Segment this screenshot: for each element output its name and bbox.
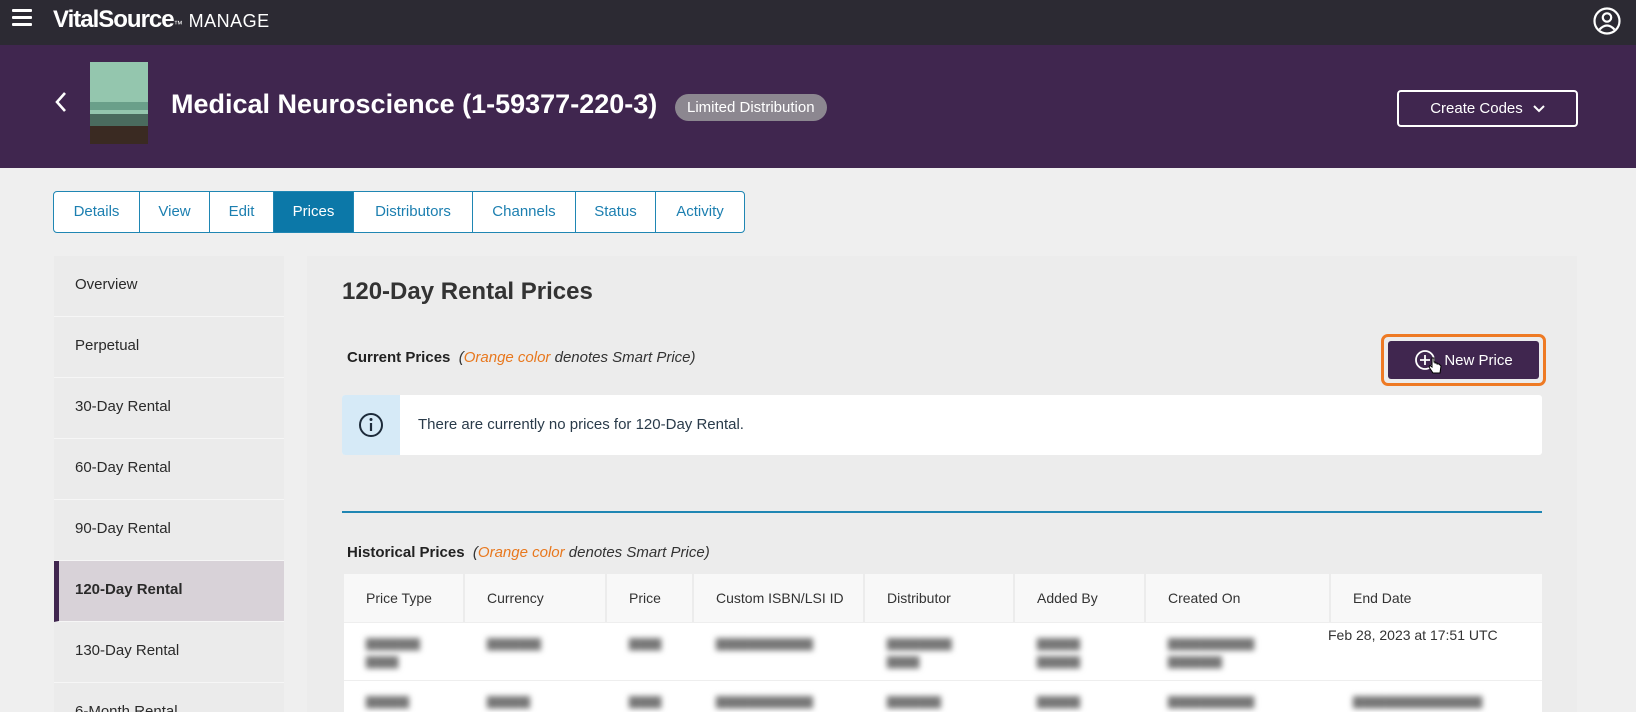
blurred-cell: ▆▆▆▆ (1037, 692, 1081, 708)
top-bar: VitalSource ™ MANAGE (0, 0, 1636, 45)
new-price-button[interactable]: New Price (1388, 341, 1539, 379)
tab-bar: Details View Edit Prices Distributors Ch… (53, 191, 745, 233)
column-header-price-type[interactable]: Price Type (344, 574, 465, 622)
hamburger-menu-icon[interactable] (10, 6, 34, 30)
tab-channels[interactable]: Channels (473, 192, 576, 232)
new-price-highlight: New Price (1381, 334, 1546, 386)
no-prices-message: There are currently no prices for 120-Da… (418, 416, 744, 433)
blurred-cell: ▆▆▆▆▆▆▆▆ ▆▆▆▆▆ (1168, 634, 1255, 668)
column-header-created-on[interactable]: Created On (1146, 574, 1331, 622)
sidebar-item-6-month-rental[interactable]: 6-Month Rental (54, 683, 284, 712)
historical-prices-label: Historical Prices (347, 544, 465, 561)
tab-activity[interactable]: Activity (656, 192, 744, 232)
sidebar-item-perpetual[interactable]: Perpetual (54, 317, 284, 378)
table-header-row: Price Type Currency Price Custom ISBN/LS… (344, 574, 1542, 622)
blurred-cell: ▆▆▆▆▆▆▆▆ (1037, 634, 1081, 668)
create-codes-button[interactable]: Create Codes (1397, 90, 1578, 127)
smart-price-note: denotes Smart Price) (554, 349, 696, 366)
orange-color-label: Orange color (463, 349, 551, 366)
blurred-cell: ▆▆▆▆▆▆▆▆▆ (716, 634, 813, 650)
historical-prices-heading: Historical Prices (Orange color denotes … (347, 544, 710, 561)
historical-prices-table: Price Type Currency Price Custom ISBN/LS… (344, 574, 1542, 712)
section-title: 120-Day Rental Prices (342, 278, 593, 305)
hand-pointer-cursor-icon (1428, 357, 1442, 374)
column-header-end-date[interactable]: End Date (1331, 574, 1542, 622)
chevron-down-icon (1533, 104, 1545, 112)
product-header: Medical Neuroscience (1-59377-220-3) Lim… (0, 45, 1636, 168)
orange-color-label-historical: Orange color (477, 544, 565, 561)
tab-prices[interactable]: Prices (274, 192, 354, 232)
page-title: Medical Neuroscience (1-59377-220-3) (171, 89, 658, 119)
sidebar-item-90-day-rental[interactable]: 90-Day Rental (54, 500, 284, 561)
tab-status[interactable]: Status (576, 192, 656, 232)
blurred-cell: ▆▆▆ (629, 692, 662, 708)
current-prices-label: Current Prices (347, 349, 451, 366)
prices-panel: 120-Day Rental Prices Current Prices (Or… (307, 256, 1577, 712)
blurred-cell: ▆▆▆▆▆▆▆▆▆ (716, 692, 813, 708)
status-badge: Limited Distribution (675, 94, 827, 121)
blurred-cell: ▆▆▆▆▆▆▆▆▆ (887, 634, 952, 668)
column-header-added-by[interactable]: Added By (1015, 574, 1146, 622)
blurred-cell: ▆▆▆▆▆ (887, 692, 941, 708)
book-cover-thumbnail (90, 62, 148, 144)
logo-brand: VitalSource (53, 6, 175, 33)
account-circle-icon[interactable] (1592, 6, 1622, 36)
current-prices-heading: Current Prices (Orange color denotes Sma… (347, 349, 696, 366)
blurred-cell: ▆▆▆▆▆▆▆▆ (366, 634, 420, 668)
info-icon-column (342, 395, 400, 455)
info-icon (359, 413, 383, 437)
blurred-cell: ▆▆▆▆▆ (487, 634, 541, 650)
blurred-cell: ▆▆▆▆▆▆▆▆ (1168, 692, 1255, 708)
sidebar-item-120-day-rental[interactable]: 120-Day Rental (54, 561, 284, 622)
smart-price-note-historical: denotes Smart Price) (568, 544, 710, 561)
tab-edit[interactable]: Edit (210, 192, 274, 232)
sidebar-item-60-day-rental[interactable]: 60-Day Rental (54, 439, 284, 500)
table-row[interactable]: ▆▆▆▆ ▆▆▆▆ ▆▆▆ ▆▆▆▆▆▆▆▆▆ ▆▆▆▆▆ ▆▆▆▆ ▆▆▆▆▆… (344, 680, 1542, 712)
column-header-price[interactable]: Price (607, 574, 694, 622)
tab-details[interactable]: Details (54, 192, 140, 232)
logo[interactable]: VitalSource ™ MANAGE (53, 6, 270, 34)
end-date-value: Feb 28, 2023 at 17:51 UTC (1328, 627, 1498, 643)
rental-type-sidebar: Overview Perpetual 30-Day Rental 60-Day … (54, 256, 284, 712)
tab-distributors[interactable]: Distributors (354, 192, 473, 232)
column-header-currency[interactable]: Currency (465, 574, 607, 622)
blurred-cell: ▆▆▆▆ (366, 692, 410, 708)
logo-product: MANAGE (188, 11, 270, 31)
create-codes-label: Create Codes (1430, 100, 1523, 117)
column-header-custom-isbn[interactable]: Custom ISBN/LSI ID (694, 574, 865, 622)
logo-trademark: ™ (173, 19, 183, 29)
blurred-cell: ▆▆▆ (629, 634, 662, 650)
column-header-distributor[interactable]: Distributor (865, 574, 1015, 622)
new-price-label: New Price (1444, 351, 1513, 369)
sidebar-item-130-day-rental[interactable]: 130-Day Rental (54, 622, 284, 683)
sidebar-item-overview[interactable]: Overview (54, 256, 284, 317)
back-chevron-icon[interactable] (50, 89, 72, 115)
sidebar-item-30-day-rental[interactable]: 30-Day Rental (54, 378, 284, 439)
no-prices-alert: There are currently no prices for 120-Da… (342, 395, 1542, 455)
tab-view[interactable]: View (140, 192, 210, 232)
blurred-cell: ▆▆▆▆▆▆▆▆▆▆▆▆ (1353, 692, 1483, 708)
blurred-cell: ▆▆▆▆ (487, 692, 531, 708)
section-divider (342, 511, 1542, 513)
